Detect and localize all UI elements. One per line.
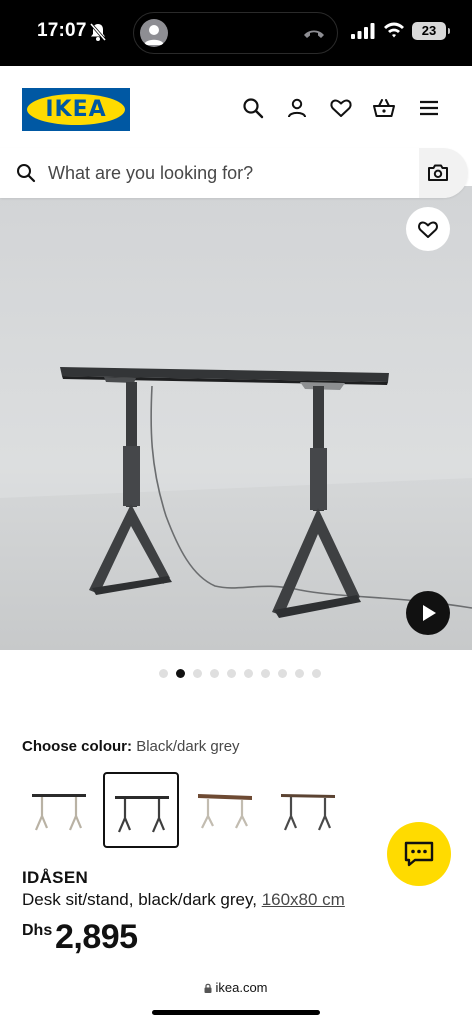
camera-icon xyxy=(428,164,448,181)
price-currency: Dhs xyxy=(22,922,53,939)
lock-icon xyxy=(204,983,212,993)
cellular-signal-icon xyxy=(351,23,375,39)
desk-thumbnail xyxy=(198,794,252,829)
add-to-favourites-button[interactable] xyxy=(406,207,450,251)
dynamic-island[interactable] xyxy=(133,12,338,54)
gallery-dot[interactable] xyxy=(312,669,321,678)
gallery-dot[interactable] xyxy=(176,669,185,678)
end-call-icon xyxy=(304,30,324,38)
gallery-dot[interactable] xyxy=(227,669,236,678)
search-icon xyxy=(17,164,36,183)
colour-option-black-dark-grey[interactable] xyxy=(103,772,179,848)
product-description-text: Desk sit/stand, black/dark grey, xyxy=(22,890,257,909)
status-bar: 17:07 23 xyxy=(0,0,472,66)
user-icon[interactable] xyxy=(285,96,309,120)
logo-text: IKEA xyxy=(45,97,107,122)
product-size-link[interactable]: 160x80 cm xyxy=(262,890,345,909)
chat-icon xyxy=(404,841,434,867)
gallery-pagination xyxy=(0,669,472,678)
url-display: ikea.com xyxy=(0,980,472,995)
play-icon xyxy=(423,605,436,621)
caller-avatar xyxy=(140,19,168,47)
visual-search-button[interactable] xyxy=(419,148,468,198)
product-description: Desk sit/stand, black/dark grey, 160x80 … xyxy=(22,890,345,910)
desk-thumbnail xyxy=(32,794,86,831)
desk-thumbnail xyxy=(115,796,169,833)
basket-icon[interactable] xyxy=(372,96,396,120)
browser-address-bar[interactable]: ikea.com xyxy=(0,966,472,1024)
battery-indicator: 23 xyxy=(412,22,450,40)
heart-icon xyxy=(418,221,438,238)
gallery-dot[interactable] xyxy=(244,669,253,678)
gallery-dot[interactable] xyxy=(295,669,304,678)
colour-chooser-label: Choose colour: Black/dark grey xyxy=(22,738,240,755)
colour-value: Black/dark grey xyxy=(136,738,240,755)
colour-option-brown-dark[interactable] xyxy=(271,772,347,848)
gallery-dot[interactable] xyxy=(210,669,219,678)
search-input[interactable] xyxy=(48,160,388,186)
play-video-button[interactable] xyxy=(406,591,450,635)
gallery-dot[interactable] xyxy=(261,669,270,678)
desk-photo xyxy=(0,367,472,650)
heart-icon[interactable] xyxy=(329,96,353,120)
chat-button[interactable] xyxy=(387,822,451,886)
desk-thumbnail xyxy=(281,794,335,831)
search-icon[interactable] xyxy=(241,96,265,120)
gallery-dot[interactable] xyxy=(193,669,202,678)
site-header: IKEA xyxy=(0,66,472,148)
bell-slash-icon xyxy=(89,23,107,41)
home-indicator[interactable] xyxy=(152,1010,320,1015)
url-text: ikea.com xyxy=(215,980,268,995)
colour-label: Choose colour: xyxy=(22,738,133,755)
colour-option-black-beige[interactable] xyxy=(22,772,98,848)
product-name: IDÅSEN xyxy=(22,868,89,887)
status-time: 17:07 xyxy=(37,20,87,41)
colour-option-brown-beige[interactable] xyxy=(188,772,264,848)
gallery-dot[interactable] xyxy=(159,669,168,678)
gallery-dot[interactable] xyxy=(278,669,287,678)
ikea-logo[interactable]: IKEA xyxy=(22,88,130,131)
menu-icon[interactable] xyxy=(417,96,441,120)
product-image[interactable] xyxy=(0,186,472,650)
wifi-icon xyxy=(384,22,404,38)
price-value: 2,895 xyxy=(55,918,138,956)
search-bar xyxy=(0,148,468,198)
